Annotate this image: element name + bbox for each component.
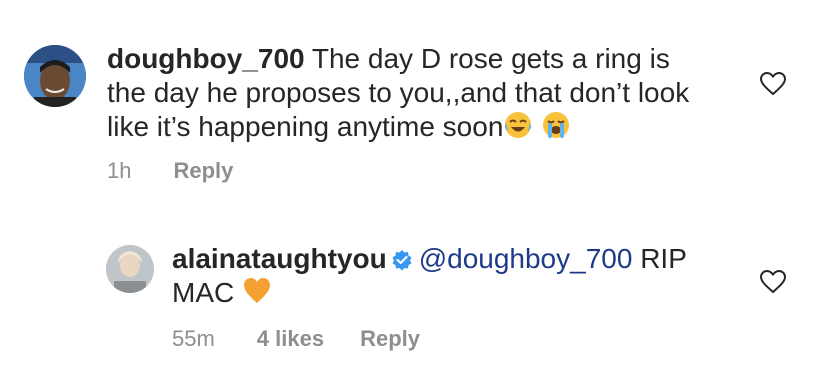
comment-body: doughboy_700 The day D rose gets a ring … xyxy=(107,42,747,144)
avatar-image xyxy=(24,45,86,107)
comment-doughboy: doughboy_700 The day D rose gets a ring … xyxy=(0,0,827,200)
comment-meta: 1h Reply xyxy=(107,158,233,184)
orange-heart-icon xyxy=(244,278,271,303)
comment-text-line2: the day he proposes to you,,and that don… xyxy=(107,77,690,108)
comment-text-line1: RIP xyxy=(640,243,687,274)
comment-username[interactable]: alainataughtyou xyxy=(172,243,387,274)
avatar-image xyxy=(106,245,154,293)
avatar[interactable] xyxy=(106,245,154,293)
comment-time: 55m xyxy=(172,326,215,351)
reply-button[interactable]: Reply xyxy=(360,326,420,352)
comment-username[interactable]: doughboy_700 xyxy=(107,43,305,74)
comment-time: 1h xyxy=(107,158,132,183)
comment-text-line3: like it’s happening anytime soon xyxy=(107,111,504,142)
loudly-crying-face-icon xyxy=(543,112,570,138)
face-with-tears-of-joy-icon xyxy=(505,112,532,138)
like-heart-icon[interactable] xyxy=(760,270,786,294)
comment-text-line1: The day D rose gets a ring is xyxy=(311,43,670,74)
reply-button[interactable]: Reply xyxy=(173,158,233,184)
comment-alaina: alainataughtyou @doughboy_700 RIP MAC 55… xyxy=(0,200,827,383)
avatar[interactable] xyxy=(24,45,86,107)
comment-text-line2: MAC xyxy=(172,277,235,308)
comment-body: alainataughtyou @doughboy_700 RIP MAC xyxy=(172,242,732,310)
comment-meta: 55m 4 likes Reply xyxy=(172,326,420,352)
verified-badge-icon xyxy=(392,250,412,271)
likes-count[interactable]: 4 likes xyxy=(257,326,324,352)
like-heart-icon[interactable] xyxy=(760,72,786,96)
mention-link[interactable]: @doughboy_700 xyxy=(419,243,633,274)
